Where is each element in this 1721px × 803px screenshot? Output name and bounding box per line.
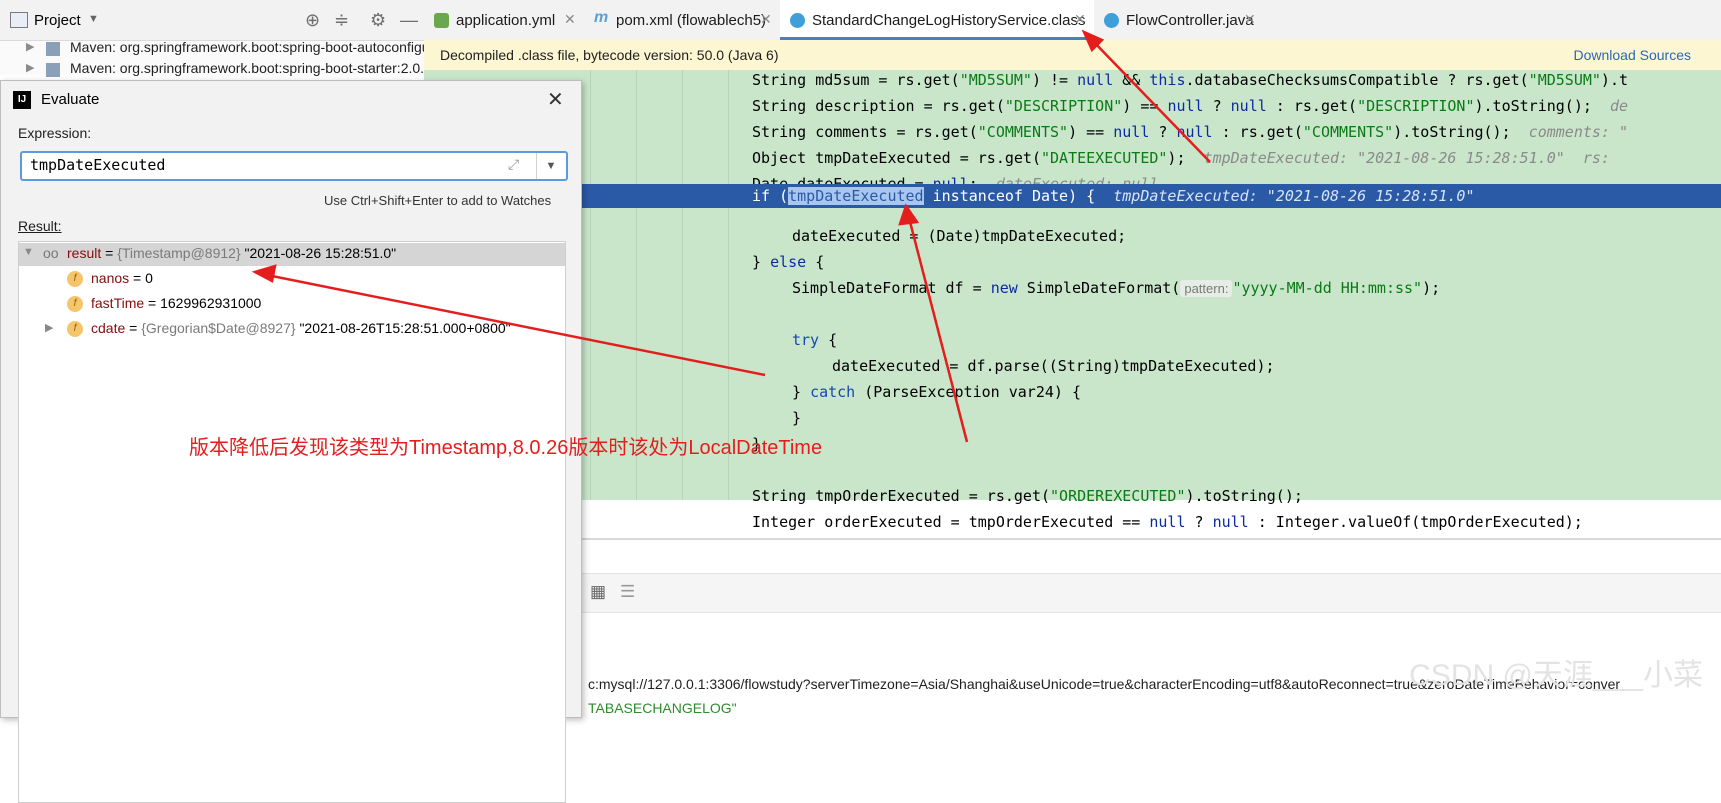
arrow-head [898,203,920,226]
arrow-line [1089,37,1211,163]
arrow-line [261,272,766,377]
arrow-line [906,213,969,443]
arrow-head [251,264,277,283]
annotation-arrows [251,29,1211,443]
